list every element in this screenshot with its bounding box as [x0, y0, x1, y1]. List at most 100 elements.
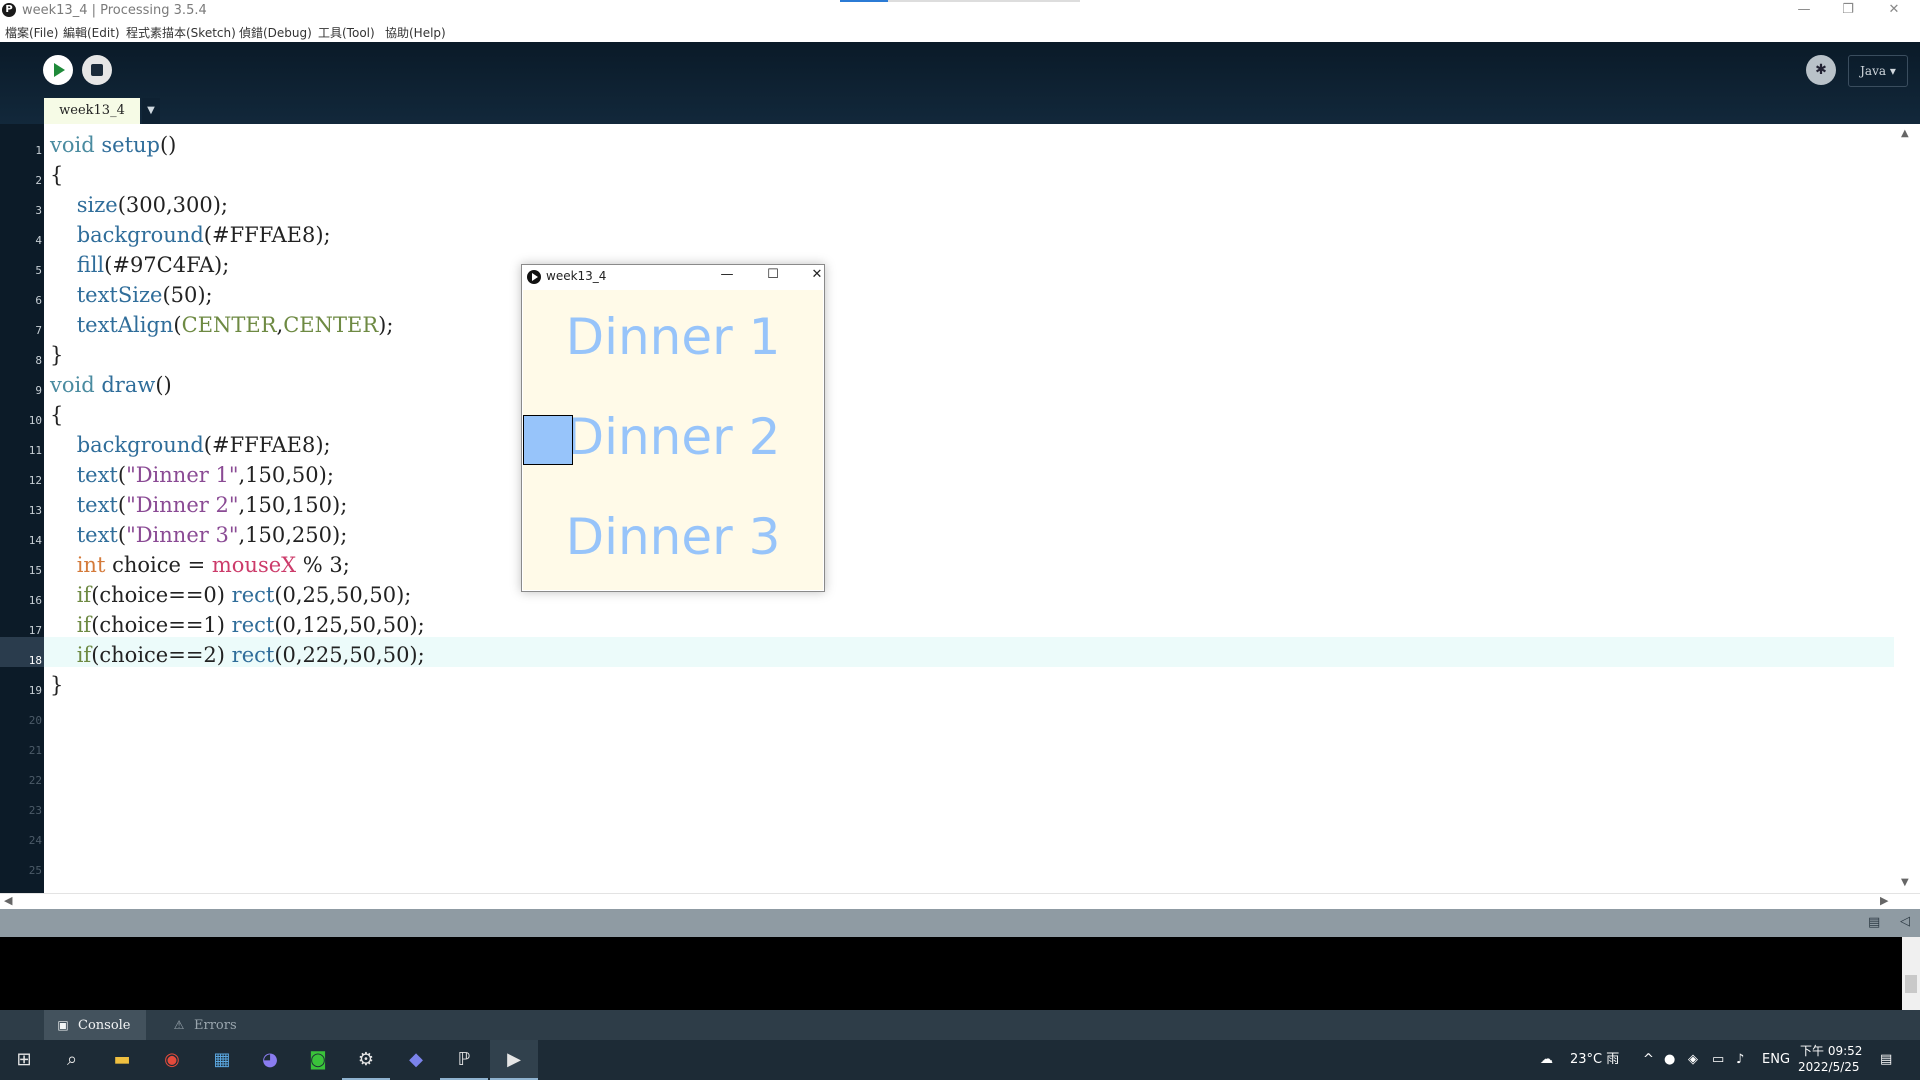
- search-icon[interactable]: ⌕: [48, 1040, 96, 1080]
- copy-console-icon[interactable]: ▤: [1868, 915, 1880, 930]
- code-line[interactable]: if(choice==1) rect(0,125,50,50);: [50, 613, 425, 637]
- sketch-tab[interactable]: week13_4: [44, 98, 140, 124]
- code-token: ,150,250);: [238, 523, 348, 547]
- processing-taskbar-icon[interactable]: ℙ: [440, 1040, 488, 1080]
- code-line[interactable]: int choice = mouseX % 3;: [50, 553, 350, 577]
- minimize-button[interactable]: —: [1782, 0, 1826, 22]
- code-token: (#FFFAE8);: [203, 223, 331, 247]
- code-line[interactable]: text("Dinner 2",150,150);: [50, 493, 348, 517]
- dinner-1-text: Dinner 1: [565, 308, 781, 366]
- windows-start-icon[interactable]: ⊞: [0, 1040, 48, 1080]
- code-line[interactable]: textAlign(CENTER,CENTER);: [50, 313, 394, 337]
- scroll-up-arrow-icon[interactable]: ▲: [1901, 128, 1909, 139]
- sketch-window-title: week13_4: [546, 269, 607, 283]
- scroll-left-arrow-icon[interactable]: ◀: [4, 894, 12, 907]
- menu-tool[interactable]: 工具(Tool): [318, 24, 375, 41]
- code-line[interactable]: }: [50, 673, 63, 697]
- tab-menu-button[interactable]: ▼: [142, 98, 160, 124]
- tray-overflow-icon[interactable]: ^: [1643, 1040, 1654, 1080]
- teams-icon[interactable]: ◆: [392, 1040, 440, 1080]
- code-token: ,150,150);: [238, 493, 348, 517]
- run-button[interactable]: [43, 55, 73, 85]
- line-number: 4: [35, 234, 42, 247]
- progress-track: [888, 0, 1080, 2]
- code-line[interactable]: {: [50, 163, 63, 187]
- code-line[interactable]: void draw(): [50, 373, 172, 397]
- file-explorer-icon[interactable]: ▬: [98, 1040, 146, 1080]
- editor-vertical-scrollbar[interactable]: ▲ ▼: [1894, 124, 1920, 893]
- code-line[interactable]: textSize(50);: [50, 283, 213, 307]
- console-scrollbar[interactable]: [1902, 937, 1920, 1010]
- chrome-icon[interactable]: ◉: [148, 1040, 196, 1080]
- restore-button[interactable]: ❐: [1826, 0, 1870, 22]
- control-panel-icon[interactable]: ▦: [198, 1040, 246, 1080]
- line-number: 7: [35, 324, 42, 337]
- code-line[interactable]: {: [50, 403, 63, 427]
- code-line[interactable]: text("Dinner 3",150,250);: [50, 523, 348, 547]
- steam-icon[interactable]: ⚙: [342, 1040, 390, 1080]
- notification-icon[interactable]: ▤: [1880, 1040, 1892, 1080]
- menu-sketch[interactable]: 程式素描本(Sketch): [126, 24, 236, 41]
- weather-icon[interactable]: ☁: [1540, 1040, 1553, 1080]
- code-line[interactable]: void setup(): [50, 133, 176, 157]
- code-line[interactable]: fill(#97C4FA);: [50, 253, 230, 277]
- tab-errors-label: Errors: [194, 1018, 237, 1033]
- line-number: 10: [28, 414, 42, 427]
- menu-debug[interactable]: 偵錯(Debug): [239, 24, 312, 41]
- sketch-taskbar-icon[interactable]: ▶: [490, 1040, 538, 1080]
- volume-icon[interactable]: ♪: [1736, 1040, 1744, 1080]
- title-bar: P week13_4 | Processing 3.5.4 — ❐ ✕: [0, 0, 1920, 22]
- discord-icon[interactable]: ◕: [246, 1040, 294, 1080]
- clock-date[interactable]: 2022/5/25: [1798, 1060, 1860, 1074]
- weather-text[interactable]: 23°C 雨: [1570, 1040, 1619, 1080]
- line-number: 12: [28, 474, 42, 487]
- code-line[interactable]: background(#FFFAE8);: [50, 223, 331, 247]
- sketch-close-button[interactable]: ✕: [802, 267, 832, 282]
- collapse-console-icon[interactable]: ◁: [1900, 914, 1910, 929]
- code-token: draw: [101, 373, 156, 397]
- editor-horizontal-scrollbar[interactable]: ◀ ▶: [0, 893, 1920, 910]
- sketch-maximize-button[interactable]: ☐: [758, 267, 788, 282]
- stop-button[interactable]: [82, 55, 112, 85]
- menu-edit[interactable]: 編輯(Edit): [63, 24, 120, 41]
- sketch-title-bar[interactable]: week13_4 — ☐ ✕: [522, 265, 824, 289]
- scroll-down-arrow-icon[interactable]: ▼: [1901, 877, 1909, 888]
- code-line[interactable]: if(choice==2) rect(0,225,50,50);: [50, 643, 425, 667]
- code-line[interactable]: if(choice==0) rect(0,25,50,50);: [50, 583, 412, 607]
- clock-time[interactable]: 下午 09:52: [1800, 1042, 1862, 1059]
- code-token: (: [117, 523, 127, 547]
- tab-console[interactable]: ▣ Console: [44, 1010, 146, 1040]
- close-button[interactable]: ✕: [1872, 0, 1916, 22]
- editor-status-bar: ▤ ◁: [0, 909, 1920, 937]
- code-line[interactable]: size(300,300);: [50, 193, 228, 217]
- code-token: fill: [76, 253, 105, 277]
- menu-file[interactable]: 檔案(File): [5, 24, 58, 41]
- tab-errors[interactable]: ⚠ Errors: [160, 1010, 240, 1040]
- language-indicator[interactable]: ENG: [1762, 1040, 1790, 1080]
- scroll-right-arrow-icon[interactable]: ▶: [1880, 894, 1888, 907]
- mode-selector[interactable]: Java ▾: [1848, 55, 1908, 87]
- sketch-canvas[interactable]: Dinner 1 Dinner 2 Dinner 3: [523, 290, 823, 590]
- code-token: rect: [231, 583, 275, 607]
- code-line[interactable]: }: [50, 343, 63, 367]
- menu-help[interactable]: 協助(Help): [385, 24, 446, 41]
- network-icon[interactable]: ◈: [1688, 1040, 1698, 1080]
- toolbar: [0, 42, 1920, 124]
- console-output[interactable]: [0, 937, 1902, 1010]
- display-icon[interactable]: ▭: [1712, 1040, 1724, 1080]
- code-line[interactable]: text("Dinner 1",150,50);: [50, 463, 334, 487]
- code-line[interactable]: background(#FFFAE8);: [50, 433, 331, 457]
- code-token: (choice==0): [91, 583, 232, 607]
- sketch-minimize-button[interactable]: —: [712, 267, 742, 282]
- sketch-window[interactable]: week13_4 — ☐ ✕ Dinner 1 Dinner 2 Dinner …: [521, 264, 825, 592]
- console-scroll-thumb[interactable]: [1905, 975, 1917, 993]
- code-token: void: [50, 373, 95, 397]
- microphone-icon[interactable]: ●: [1664, 1040, 1675, 1080]
- line-app-icon[interactable]: ◙: [294, 1040, 342, 1080]
- debugger-toggle-button[interactable]: ✱: [1806, 55, 1836, 85]
